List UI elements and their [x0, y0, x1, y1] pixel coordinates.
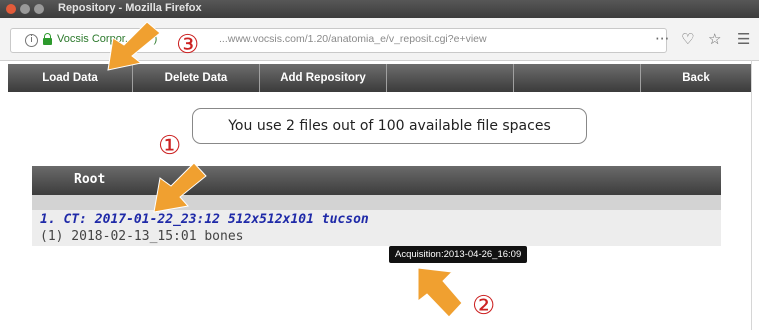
- annotation-marker-3: ③: [176, 30, 199, 60]
- annotation-arrow-1: [153, 162, 207, 213]
- annotation-arrow-2: [417, 267, 463, 318]
- annotation-overlay: ③ ① ②: [107, 21, 495, 321]
- annotation-marker-1: ①: [158, 131, 181, 161]
- annotation-marker-2: ②: [472, 291, 495, 321]
- annotation-arrow-3: [107, 21, 161, 71]
